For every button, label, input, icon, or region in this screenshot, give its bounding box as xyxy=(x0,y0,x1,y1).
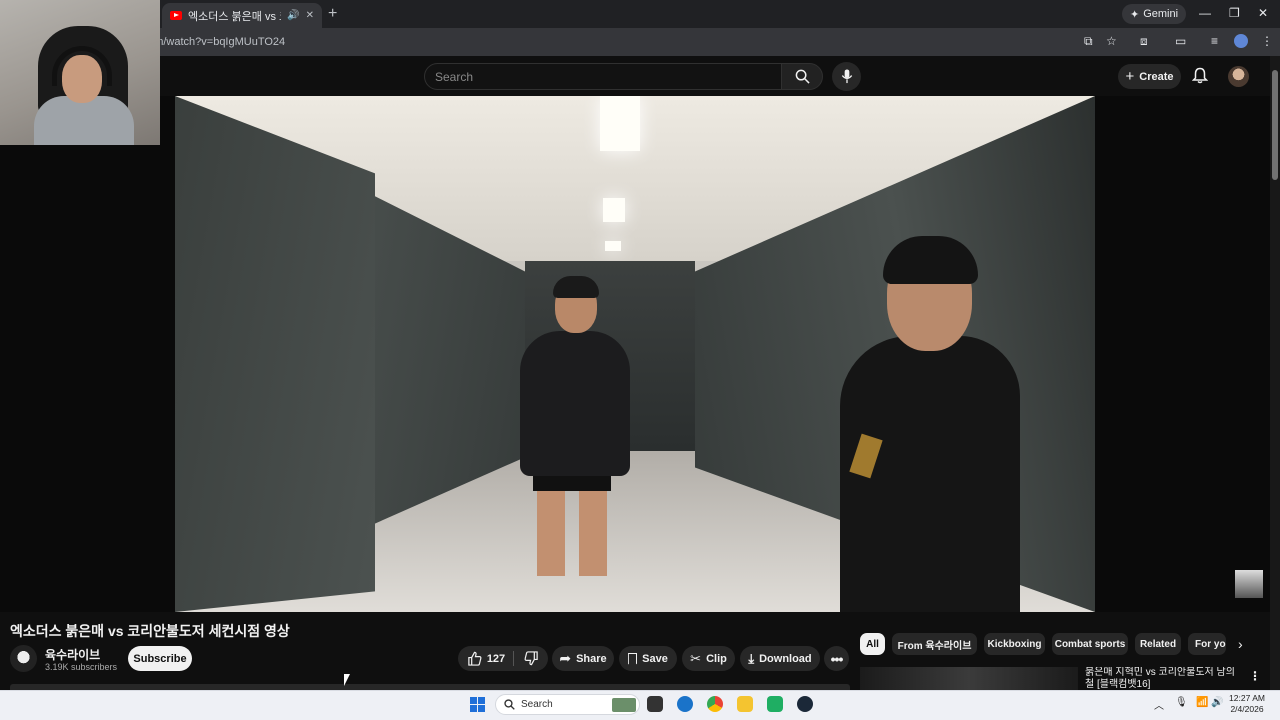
gemini-sparkle-icon: ✦ xyxy=(1130,8,1140,21)
task-view-icon[interactable] xyxy=(647,696,663,712)
browser-menu-icon[interactable]: ⋮ xyxy=(1261,34,1273,48)
scissors-icon: ✂ xyxy=(690,650,702,666)
clip-label: Clip xyxy=(706,652,727,665)
clock-date: 2/4/2026 xyxy=(1230,704,1264,714)
notifications-bell-icon[interactable] xyxy=(1192,67,1208,84)
recommended-more-icon[interactable]: ⋮ xyxy=(1249,669,1261,683)
video-frame-light xyxy=(603,198,625,222)
minimize-icon[interactable]: — xyxy=(1199,6,1211,20)
windows-taskbar xyxy=(0,690,1280,720)
tray-microphone-icon[interactable]: 🎙 xyxy=(1175,697,1188,708)
save-button[interactable]: Save xyxy=(619,646,677,671)
channel-avatar[interactable] xyxy=(10,645,37,672)
bookmark-icon xyxy=(628,652,638,665)
mouse-cursor xyxy=(344,674,350,686)
chip-for-you[interactable]: For you xyxy=(1188,633,1226,655)
search-input[interactable]: Search xyxy=(424,63,782,90)
video-frame-light xyxy=(600,96,640,151)
speaker-icon[interactable]: 🔊 xyxy=(287,10,299,21)
scrollbar-thumb[interactable] xyxy=(1272,70,1278,180)
user-avatar[interactable] xyxy=(1228,66,1249,87)
chip-related[interactable]: Related xyxy=(1135,633,1181,655)
video-frame-fighter-legs xyxy=(537,476,607,576)
taskbar-search[interactable]: Search xyxy=(495,694,640,715)
webcam-overlay xyxy=(0,0,160,145)
steam-icon[interactable] xyxy=(797,696,813,712)
plus-icon: + xyxy=(1125,68,1135,85)
volume-icon[interactable]: 🔊 xyxy=(1211,697,1223,708)
channel-name[interactable]: 육수라이브 xyxy=(45,646,100,663)
thumbs-up-icon xyxy=(468,651,482,666)
install-app-icon[interactable]: ⧉ xyxy=(1084,34,1093,49)
tab-close-icon[interactable]: ✕ xyxy=(306,10,314,21)
system-clock[interactable]: 12:27 AM 2/4/2026 xyxy=(1226,693,1268,715)
chip-all[interactable]: All xyxy=(860,633,885,655)
browser-tab-strip: 엑소더스 붉은매 vs 코리안불도저 세컨시점 영상 - YouTube 🔊 ✕… xyxy=(0,0,1280,28)
share-label: Share xyxy=(576,652,607,665)
chip-kickboxing[interactable]: Kickboxing xyxy=(984,633,1045,655)
edge-browser-icon[interactable] xyxy=(677,696,693,712)
extensions-puzzle-icon[interactable]: ⧈ xyxy=(1140,34,1148,49)
file-explorer-icon[interactable] xyxy=(737,696,753,712)
bookmark-star-icon[interactable]: ☆ xyxy=(1106,34,1117,48)
gemini-button[interactable]: ✦ Gemini xyxy=(1122,4,1187,24)
chevron-right-icon[interactable]: › xyxy=(1238,636,1243,652)
taskbar-widget-thumb xyxy=(612,697,636,712)
share-arrow-icon: ➦ xyxy=(559,650,572,666)
gemini-label: Gemini xyxy=(1143,8,1179,20)
more-actions-button[interactable]: ••• xyxy=(824,646,849,671)
miniplayer-thumbnail[interactable] xyxy=(1235,570,1263,598)
chip-combat-sports[interactable]: Combat sports xyxy=(1052,633,1128,655)
tab-title: 엑소더스 붉은매 vs 코리안불도저 세컨시점 영상 - YouTube xyxy=(188,10,281,23)
subscriber-count: 3.19K subscribers xyxy=(45,662,118,672)
voice-search-button[interactable] xyxy=(832,62,861,91)
chat-app-icon[interactable] xyxy=(767,696,783,712)
download-button[interactable]: ⤓ Download xyxy=(740,646,820,671)
video-frame-fighter-hair xyxy=(553,276,599,298)
download-arrow-icon: ⤓ xyxy=(748,650,755,666)
youtube-favicon-icon xyxy=(170,11,182,20)
download-label: Download xyxy=(759,652,812,665)
tray-chevron-up-icon[interactable]: ︿ xyxy=(1154,697,1164,712)
create-label: Create xyxy=(1139,70,1174,83)
wifi-icon[interactable]: 📶 xyxy=(1196,697,1208,708)
like-count: 127 xyxy=(486,652,506,665)
screen: 엑소더스 붉은매 vs 코리안불도저 세컨시점 영상 - YouTube 🔊 ✕… xyxy=(0,0,1280,720)
microphone-icon xyxy=(841,69,852,84)
clip-button[interactable]: ✂ Clip xyxy=(682,646,735,671)
video-frame-light xyxy=(605,241,621,251)
new-tab-plus-icon[interactable]: + xyxy=(328,5,337,23)
video-title: 엑소더스 붉은매 vs 코리안불도저 세컨시점 영상 xyxy=(10,623,290,639)
share-button[interactable]: ➦ Share xyxy=(552,646,614,671)
cast-icon[interactable]: ▭ xyxy=(1175,34,1186,48)
webcam-person-torso xyxy=(34,96,134,145)
like-button[interactable]: 127 xyxy=(458,646,514,671)
video-player[interactable] xyxy=(175,96,1095,612)
search-button[interactable] xyxy=(781,63,823,90)
create-button[interactable]: + Create xyxy=(1118,64,1181,89)
video-frame-fighter-body xyxy=(520,331,630,476)
thumbs-down-icon xyxy=(524,651,538,666)
recommended-title[interactable]: 붉은매 지혁민 vs 코리안불도저 남의철 [블랙컴뱃16] xyxy=(1085,667,1235,690)
save-label: Save xyxy=(642,652,668,665)
profile-avatar-icon[interactable] xyxy=(1234,34,1248,48)
recommended-thumbnail[interactable] xyxy=(860,667,1078,690)
chrome-browser-icon[interactable] xyxy=(707,696,723,712)
window-close-icon[interactable]: ✕ xyxy=(1258,6,1268,20)
taskbar-search-label: Search xyxy=(521,699,553,710)
video-frame-left-curtain-near xyxy=(175,96,375,612)
windows-start-icon[interactable] xyxy=(470,697,485,712)
browser-tab-active[interactable]: 엑소더스 붉은매 vs 코리안불도저 세컨시점 영상 - YouTube 🔊 ✕ xyxy=(162,3,322,28)
taskbar-search-icon xyxy=(504,699,515,710)
dislike-button[interactable] xyxy=(514,646,548,671)
chip-from-channel[interactable]: From 육수라이브 xyxy=(892,633,977,655)
clock-time: 12:27 AM xyxy=(1229,693,1265,703)
more-horizontal-icon: ••• xyxy=(830,650,844,667)
reading-list-icon[interactable]: ≡ xyxy=(1211,34,1218,48)
subscribe-button[interactable]: Subscribe xyxy=(128,646,192,671)
restore-icon[interactable]: ❐ xyxy=(1229,6,1240,20)
search-icon xyxy=(795,69,810,84)
